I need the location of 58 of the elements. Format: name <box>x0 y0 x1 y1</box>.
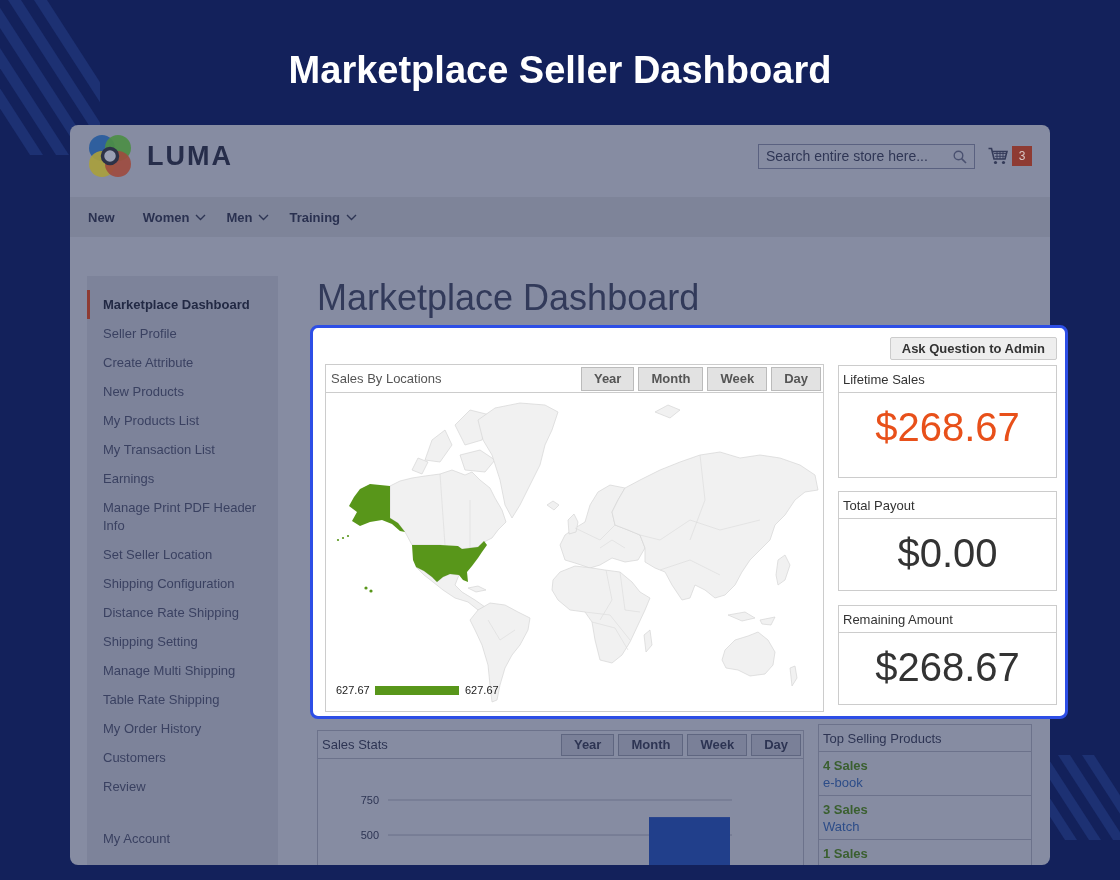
sidebar-menu-item[interactable]: Shipping Setting <box>87 627 278 656</box>
sidebar-menu-item[interactable]: New Products <box>87 377 278 406</box>
sidebar-menu-item[interactable]: Set Seller Location <box>87 540 278 569</box>
logo-text: LUMA <box>147 140 233 172</box>
banner-title: Marketplace Seller Dashboard <box>288 48 832 93</box>
legend-value-label: 627.67 <box>465 684 499 696</box>
card-value: $0.00 <box>897 531 998 575</box>
panel-title: Sales Stats <box>322 737 388 752</box>
sidebar-menu-item[interactable]: Review <box>87 772 278 801</box>
product-link[interactable]: Watch <box>823 818 860 835</box>
ask-admin-button[interactable]: Ask Question to Admin <box>889 337 1057 360</box>
product-link[interactable]: e-book <box>823 774 863 791</box>
sidebar-menu-item[interactable]: Customers <box>87 743 278 772</box>
period-button[interactable]: Month <box>638 366 704 391</box>
search-icon[interactable] <box>953 149 967 164</box>
sidebar-menu-item[interactable]: My Transaction List <box>87 435 278 464</box>
period-button[interactable]: Week <box>707 366 768 391</box>
sidebar-menu-item[interactable]: My Order History <box>87 714 278 743</box>
panel-title: Top Selling Products <box>823 730 942 746</box>
search-field[interactable]: Search entire store here... <box>758 143 975 169</box>
period-button[interactable]: Year <box>580 366 635 391</box>
card-title: Lifetime Sales <box>843 371 925 387</box>
sidebar-menu-item[interactable]: Manage Multi Shipping <box>87 656 278 685</box>
panel-title: Sales By Locations <box>331 371 442 386</box>
period-button[interactable]: Month <box>618 733 684 756</box>
sidebar-menu-item[interactable]: My Account <box>87 824 278 853</box>
period-button[interactable]: Week <box>687 733 748 756</box>
axis-tick-label: 500 <box>360 829 379 841</box>
highlighted-country-shape[interactable] <box>336 484 487 593</box>
legend-value-label: 627.67 <box>336 684 370 696</box>
sidebar-menu-item[interactable]: Table Rate Shipping <box>87 685 278 714</box>
sidebar-menu-item[interactable]: Marketplace Dashboard <box>87 290 278 319</box>
card-title: Remaining Amount <box>843 611 953 627</box>
sales-count: 3 Sales <box>823 801 868 818</box>
sidebar-menu-item[interactable]: Distance Rate Shipping <box>87 598 278 627</box>
axis-tick-label: 750 <box>360 794 379 806</box>
sidebar-menu-item[interactable]: My Products List <box>87 406 278 435</box>
sidebar-menu-item[interactable]: Create Attribute <box>87 348 278 377</box>
cart-count-badge: 3 <box>1012 146 1032 166</box>
period-button[interactable]: Day <box>771 366 821 391</box>
card-value: $268.67 <box>875 645 1020 689</box>
period-button[interactable]: Day <box>751 733 801 756</box>
cart-icon[interactable] <box>988 147 1008 165</box>
sidebar-menu-item[interactable]: Shipping Configuration <box>87 569 278 598</box>
card-value: $268.67 <box>875 405 1020 449</box>
logo-icon[interactable] <box>88 134 132 178</box>
period-button[interactable]: Year <box>560 733 615 756</box>
nav-menu-item[interactable]: New <box>88 209 115 225</box>
page-heading: Marketplace Dashboard <box>317 276 701 320</box>
sidebar-menu-item[interactable]: Seller Profile <box>87 319 278 348</box>
nav-menu-item[interactable]: Men <box>226 209 270 225</box>
card-title: Total Payout <box>843 497 915 513</box>
sales-count: 4 Sales <box>823 757 868 774</box>
sales-count: 1 Sales <box>823 845 868 862</box>
sidebar-menu-item[interactable]: Manage Print PDF Header Info <box>87 493 278 540</box>
nav-menu-item[interactable]: Training <box>289 209 357 225</box>
nav-menu-item[interactable]: Women <box>142 209 207 225</box>
sidebar-menu-item[interactable]: Earnings <box>87 464 278 493</box>
